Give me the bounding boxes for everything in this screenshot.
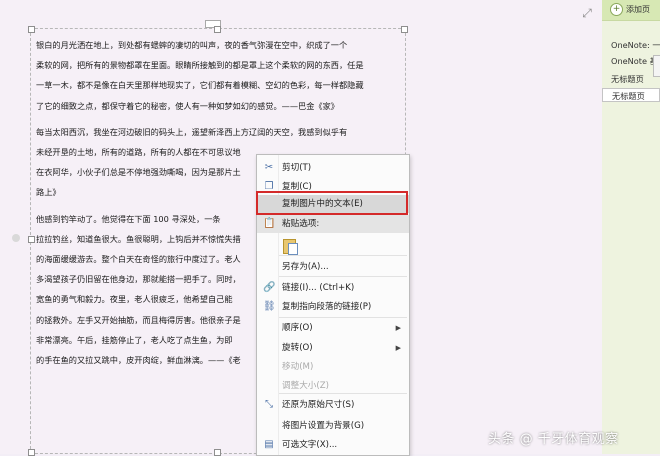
menu-item[interactable]: 将图片设置为背景(G) (257, 417, 409, 435)
menu-separator (279, 255, 407, 256)
menu-item-label: 移动(M) (282, 362, 314, 372)
menu-item[interactable]: ▤ 可选文字(X)... (257, 436, 409, 454)
menu-item[interactable]: 另存为(A)... (257, 258, 409, 276)
menu-separator (279, 276, 407, 277)
text-line: 每当太阳西沉，我坐在河边破旧的码头上，遥望新泽西上方辽阔的天空，我感到似乎有 (36, 126, 348, 137)
menu-item-label: 顺序(O) (282, 323, 313, 333)
menu-item-label: 链接(I)... (Ctrl+K) (282, 283, 355, 293)
link-paragraph-icon: ⛓ (263, 301, 276, 312)
page-list-panel: + 添加页 OneNote: 一 OneNote 基无标题页 无标题页 (602, 0, 660, 454)
submenu-arrow-icon: ▶ (395, 344, 401, 352)
menu-item-label: 还原为原始尺寸(S) (282, 400, 355, 410)
menu-item-label: 另存为(A)... (282, 262, 329, 272)
restore-size-icon: ⤡ (265, 399, 273, 410)
page-list-item[interactable]: OneNote 基 (602, 54, 660, 68)
alt-text-icon: ▤ (264, 439, 274, 450)
page-list-item[interactable]: 无标题页 (602, 88, 660, 102)
menu-item[interactable]: 调整大小(Z) (257, 377, 409, 395)
watermark: 头条 @ 千牙体育观察 (488, 432, 619, 447)
resize-handle-top-left[interactable] (28, 26, 35, 33)
menu-item[interactable]: 🔗 链接(I)... (Ctrl+K) (257, 279, 409, 297)
submenu-arrow-icon: ▶ (395, 324, 401, 332)
menu-item-label: 调整大小(Z) (282, 381, 329, 391)
resize-handle-left[interactable] (28, 236, 35, 243)
text-line: 了它的细致之点，都保守着它的秘密，使人有一种如梦如幻的感觉。——巴金《家》 (36, 100, 339, 111)
page-list-scrollbar[interactable] (653, 55, 660, 77)
resize-handle-top[interactable] (214, 26, 221, 33)
page-list-item[interactable]: OneNote: 一 (602, 38, 660, 52)
highlight-annotation-box (256, 191, 408, 215)
text-line: 柔软的网，把所有的景物都罩在里面。眼睛所接触到的都是罩上这个柔软的网的东西，任是 (36, 60, 364, 71)
menu-item-label: 剪切(T) (282, 163, 312, 173)
outline-marker (12, 234, 20, 242)
resize-handle-bottom-left[interactable] (28, 449, 35, 456)
menu-item-label: 粘贴选项: (282, 219, 320, 229)
page-list-item[interactable]: 无标题页 (602, 72, 660, 86)
add-page-button[interactable]: + 添加页 (610, 3, 660, 17)
expand-icon[interactable]: ⤢ (580, 6, 594, 20)
menu-item[interactable]: ⤡ 还原为原始尺寸(S) (257, 396, 409, 414)
link-icon: 🔗 (263, 282, 276, 293)
menu-item[interactable]: 顺序(O) ▶ (257, 319, 409, 337)
menu-item: 📋 粘贴选项: (257, 215, 409, 233)
menu-item-label: 旋转(O) (282, 343, 313, 353)
menu-item[interactable]: 旋转(O) ▶ (257, 339, 409, 357)
menu-item[interactable]: ⛓ 复制指向段落的链接(P) (257, 298, 409, 316)
page-list-header: + 添加页 (602, 0, 660, 21)
menu-item[interactable]: ✂ 剪切(T) (257, 159, 409, 177)
scissors-icon: ✂ (264, 162, 274, 173)
menu-separator (279, 317, 407, 318)
menu-item-label: 将图片设置为背景(G) (282, 421, 365, 431)
add-page-label: 添加页 (626, 5, 650, 14)
paste-icon: 📋 (263, 218, 276, 229)
text-line: 银白的月光洒在地上，到处都有蟋蟀的凄切的叫声，夜的香气弥漫在空中，织成了一个 (36, 40, 348, 50)
resize-handle-top-right[interactable] (401, 26, 408, 33)
menu-item-label: 可选文字(X)... (282, 440, 338, 450)
text-line: 一草一木，都不是像在白天里那样地现实了，它们都有着模糊、空幻的色彩，每一样都隐藏 (36, 80, 364, 91)
plus-icon: + (610, 3, 623, 16)
keep-source-format-icon[interactable] (283, 237, 298, 255)
menu-item-label: 复制指向段落的链接(P) (282, 302, 372, 312)
resize-handle-bottom[interactable] (214, 449, 221, 456)
menu-item[interactable]: 移动(M) (257, 358, 409, 376)
